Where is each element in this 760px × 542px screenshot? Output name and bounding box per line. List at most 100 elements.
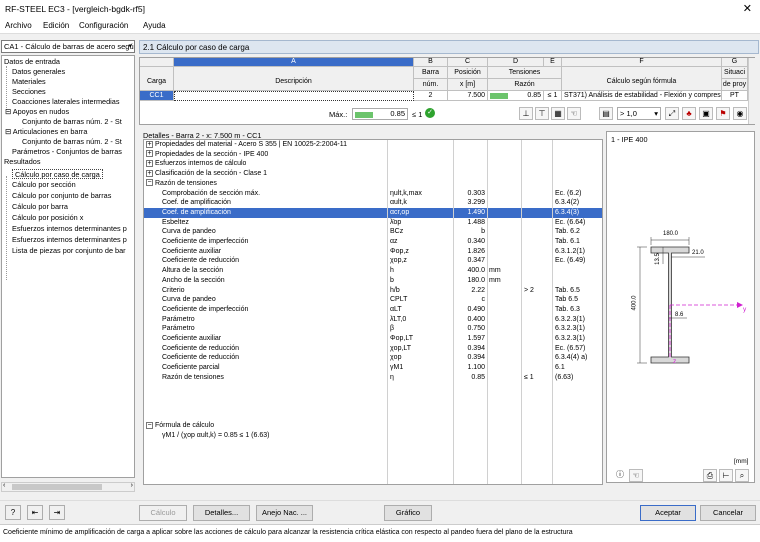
zoom-fit-icon[interactable]: ⌕ xyxy=(735,469,749,482)
tree-item-calculo-barra[interactable]: Cálculo por barra xyxy=(12,202,68,212)
eye-icon[interactable]: ◉ xyxy=(733,107,747,120)
group-razon[interactable]: − Razón de tensiones xyxy=(144,179,602,189)
tree-item-datos-entrada[interactable]: Datos de entrada xyxy=(4,57,60,67)
collapse-icon[interactable]: ⊟ xyxy=(5,127,11,136)
dimension-icon[interactable]: ⊢ xyxy=(719,469,733,482)
collapse-icon[interactable]: ⊟ xyxy=(5,107,11,116)
col-letter-b[interactable]: B xyxy=(414,58,448,67)
grid-icon[interactable]: ▦ xyxy=(551,107,565,120)
relation-icon[interactable]: ⊤ xyxy=(535,107,549,120)
col-letter-a[interactable]: A xyxy=(174,58,414,67)
detail-row[interactable]: Razón de tensiones η 0.85 ≤ 1 (6.63) xyxy=(144,373,602,383)
row-carga[interactable]: CC1 xyxy=(140,91,174,101)
detail-row[interactable]: Parámetro β 0.750 6.3.2.3(1) xyxy=(144,324,602,334)
hand-icon[interactable]: ☜ xyxy=(567,107,581,120)
group-clasificacion[interactable]: + Clasificación de la sección - Clase 1 xyxy=(144,169,602,179)
excel-export-icon[interactable]: ▣ xyxy=(699,107,713,120)
chevron-right-icon[interactable]: › xyxy=(131,482,133,489)
close-icon[interactable]: ✕ xyxy=(743,2,752,15)
filter-icon[interactable]: ⊥ xyxy=(519,107,533,120)
detail-row[interactable]: Coeficiente de imperfección αLT 0.490 Tab. … xyxy=(144,305,602,315)
row-barra[interactable]: 2 xyxy=(414,91,448,101)
group-esfuerzos[interactable]: + Esfuerzos internos de cálculo xyxy=(144,159,602,169)
color-scale-icon[interactable]: ♣ xyxy=(682,107,696,120)
row-descripcion[interactable] xyxy=(174,91,414,101)
row-situacion[interactable]: PT xyxy=(722,91,748,101)
detail-row[interactable]: Coeficiente de reducción χop,LT 0.394 Ec. (… xyxy=(144,344,602,354)
detail-row[interactable]: Coeficiente de reducción χop,z 0.347 Ec. (6… xyxy=(144,256,602,266)
tree-item-calculo-conjunto[interactable]: Cálculo por conjunto de barras xyxy=(12,191,111,201)
group-seccion[interactable]: + Propiedades de la sección - IPE 400 xyxy=(144,150,602,160)
detail-row[interactable]: Coeficiente de imperfección αz 0.340 Tab. 6… xyxy=(144,237,602,247)
info-icon[interactable]: ⓘ xyxy=(613,469,627,482)
col-letter-e[interactable]: E xyxy=(544,58,562,67)
col-letter-c[interactable]: C xyxy=(448,58,488,67)
tree-item-conjunto-1[interactable]: Conjunto de barras núm. 2 - St xyxy=(22,117,122,127)
marker-icon[interactable]: ⚑ xyxy=(716,107,730,120)
print-icon[interactable]: ⎙ xyxy=(703,469,717,482)
col-letter-d[interactable]: D xyxy=(488,58,544,67)
detail-row[interactable]: Coeficiente auxiliar Φop,z 1.826 6.3.1.2(1) xyxy=(144,247,602,257)
tree-item-calculo-posicion[interactable]: Cálculo por posición x xyxy=(12,213,83,223)
detail-row[interactable]: Coeficiente de reducción χop 0.394 6.3.4(4)… xyxy=(144,353,602,363)
grafico-button[interactable]: Gráfico xyxy=(384,505,432,521)
detail-row[interactable]: Esbeltez λ̄op 1.488 Ec. (6.64) xyxy=(144,218,602,228)
aceptar-button[interactable]: Aceptar xyxy=(640,505,696,521)
header-situacion: Situaci xyxy=(722,67,748,79)
row-posicion[interactable]: 7.500 xyxy=(448,91,488,101)
detail-row[interactable]: Comprobación de sección máx. ηult,k,max 0.… xyxy=(144,189,602,199)
detail-row[interactable]: Criterio h/b 2.22 > 2 Tab. 6.5 xyxy=(144,286,602,296)
tree-item-apoyos[interactable]: ⊟ Apoyos en nudos xyxy=(5,107,69,117)
menu-edicion[interactable]: Edición xyxy=(43,21,69,30)
ratio-filter-select[interactable]: > 1,0 ▾ xyxy=(617,107,661,120)
col-letter-g[interactable]: G xyxy=(722,58,748,67)
tree-item-lista-piezas[interactable]: Lista de piezas por conjunto de bar xyxy=(12,246,126,256)
group-formula[interactable]: − Fórmula de cálculo xyxy=(144,421,602,431)
detail-row[interactable]: Altura de la sección h 400.0 mm xyxy=(144,266,602,276)
detalles-button[interactable]: Detalles... xyxy=(193,505,250,521)
tree-item-conjunto-2[interactable]: Conjunto de barras núm. 2 - St xyxy=(22,137,122,147)
tree-item-articulaciones[interactable]: ⊟ Articulaciones en barra xyxy=(5,127,87,137)
tree-item-parametros[interactable]: Parámetros - Conjuntos de barras xyxy=(12,147,122,157)
chevron-down-icon[interactable]: ▾ xyxy=(654,108,658,119)
group-material[interactable]: + Propiedades del material - Acero S 355 … xyxy=(144,140,602,150)
calculo-button[interactable]: Cálculo xyxy=(139,505,187,521)
case-select[interactable]: CA1 - Cálculo de barras de acero según ▾ xyxy=(1,40,135,53)
detail-row[interactable]: Curva de pandeo CPLT c Tab 6.5 xyxy=(144,295,602,305)
tree-scrollbar[interactable]: ‹ › xyxy=(1,482,135,492)
col-letter-f[interactable]: F xyxy=(562,58,722,67)
tree-item-materiales[interactable]: Materiales xyxy=(12,77,46,87)
ratio-filter-icon[interactable]: ▤ xyxy=(599,107,613,120)
previous-icon[interactable]: ⇤ xyxy=(27,505,43,520)
row-formula[interactable]: ST371) Análisis de estabilidad - Flexión… xyxy=(562,91,722,101)
menu-archivo[interactable]: Archivo xyxy=(5,21,32,30)
tree-item-resultados[interactable]: Resultados xyxy=(4,157,41,167)
detail-row[interactable]: Coef. de amplificación αcr,op 1.490 6.3.4(3… xyxy=(144,207,602,218)
cancelar-button[interactable]: Cancelar xyxy=(700,505,756,521)
detail-row[interactable]: Curva de pandeo BCz b Tab. 6.2 xyxy=(144,227,602,237)
tree-item-esfuerzos-2[interactable]: Esfuerzos internos determinantes p xyxy=(12,235,127,245)
detail-sym: χop,LT xyxy=(390,344,412,352)
next-icon[interactable]: ⇥ xyxy=(49,505,65,520)
row-razon[interactable]: 0.85 xyxy=(488,91,544,101)
scrollbar-thumb[interactable] xyxy=(12,484,102,490)
tree-item-secciones[interactable]: Secciones xyxy=(12,87,46,97)
chevron-left-icon[interactable]: ‹ xyxy=(3,482,5,489)
detail-row[interactable]: Parámetro λ̄LT,0 0.400 6.3.2.3(1) xyxy=(144,315,602,325)
menu-configuracion[interactable]: Configuración xyxy=(79,21,128,30)
hand-icon[interactable]: ☜ xyxy=(629,469,643,482)
detail-row[interactable]: Coeficiente parcial γM1 1.100 6.1 xyxy=(144,363,602,373)
detail-row[interactable]: Coef. de amplificación αult,k 3.299 6.3.4(2… xyxy=(144,198,602,208)
anejo-button[interactable]: Anejo Nac. ... xyxy=(256,505,313,521)
zoom-icon[interactable]: ⤢ xyxy=(665,107,679,120)
tree-item-calculo-seccion[interactable]: Cálculo por sección xyxy=(12,180,76,190)
detail-row[interactable]: Ancho de la sección b 180.0 mm xyxy=(144,276,602,286)
help-icon[interactable]: ? xyxy=(5,505,21,520)
tree-item-calculo-caso[interactable]: Cálculo por caso de carga xyxy=(12,169,103,179)
tree-item-datos-generales[interactable]: Datos generales xyxy=(12,67,65,77)
tree-item-esfuerzos-1[interactable]: Esfuerzos internos determinantes p xyxy=(12,224,127,234)
menu-ayuda[interactable]: Ayuda xyxy=(143,21,166,30)
chevron-down-icon[interactable]: ▾ xyxy=(128,42,132,50)
detail-row[interactable]: Coeficiente auxiliar Φop,LT 1.597 6.3.2.3(1… xyxy=(144,334,602,344)
tree-item-coacciones[interactable]: Coacciones laterales intermedias xyxy=(12,97,119,107)
